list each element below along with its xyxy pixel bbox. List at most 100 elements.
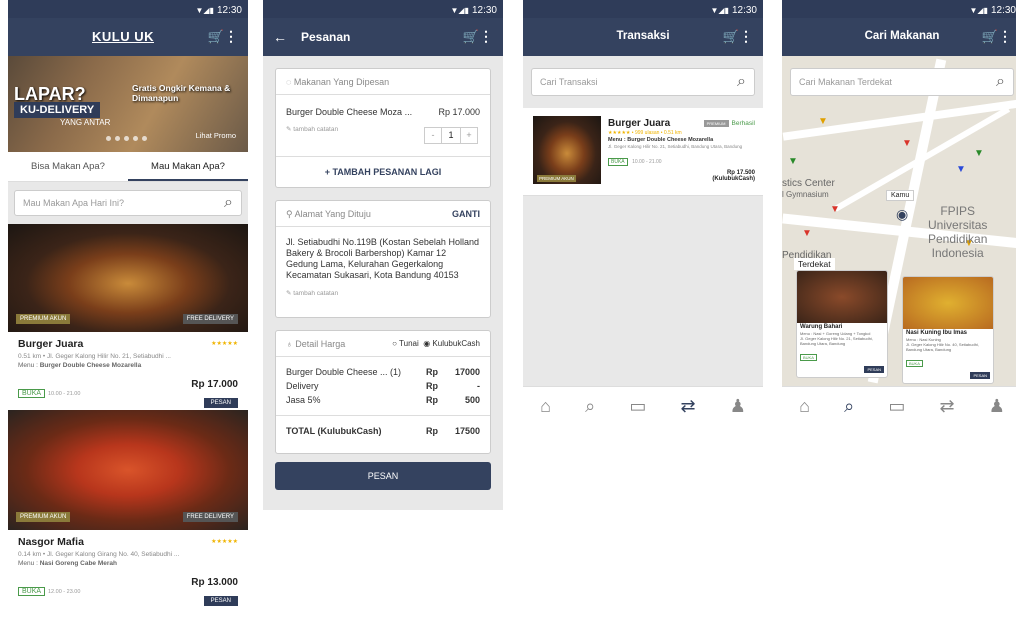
transaction-info: Burger Juara PREMIUM Berhasil ★★★★★ • 999… <box>608 118 755 182</box>
add-note-label: tambah catatan <box>293 290 339 297</box>
banner-sub: YANG ANTAR <box>60 118 111 127</box>
radio-kulubukcash[interactable]: ◉ KulubukCash <box>423 339 480 348</box>
restaurant-name: Nasgor Mafia <box>18 536 84 548</box>
map-label-line: FPIPS <box>940 204 976 218</box>
search-input[interactable]: Cari Transaksi ⌕ <box>531 68 755 96</box>
app-bar: ← Pesanan 🛒 ⋮ <box>263 18 503 56</box>
current-location-label: Kamu <box>886 190 915 201</box>
payment-options: ○ Tunai ◉ KulubukCash <box>392 339 480 348</box>
add-note-label: tambah catatan <box>293 126 339 133</box>
status-time: 12:30 <box>731 4 757 16</box>
rating-stars: ★★★★★ <box>211 539 238 545</box>
badge-tag: PREMIUM <box>703 120 729 127</box>
search-icon[interactable]: ⌕ <box>737 73 746 91</box>
order-screen: ▼◢▮ 12:30 ← Pesanan 🛒 ⋮ ◌ Makanan Yang Di… <box>263 0 503 510</box>
food-image[interactable]: PREMIUM AKUN FREE DELIVERY <box>8 224 248 332</box>
restaurant-item[interactable]: Nasgor Mafia ★★★★★ 0.14 km • Jl. Geger K… <box>8 530 248 608</box>
home-icon[interactable]: ⌂ <box>540 396 551 417</box>
restaurant-address: 0.14 km • Jl. Geger Kalong Girang No. 40… <box>18 551 180 558</box>
total-value: 17500 <box>454 426 480 436</box>
menu-value: Nasi Goreng Cabe Merah <box>39 560 117 567</box>
restaurant-address: Jl. Geger Kalong Hilir No. 21, Setiabudh… <box>800 336 873 346</box>
free-delivery-tag: FREE DELIVERY <box>182 314 238 324</box>
search-icon[interactable]: ⌕ <box>585 396 595 417</box>
status-bar: ▼◢▮ 12:30 <box>782 0 1016 18</box>
more-icon[interactable]: ⋮ <box>479 28 493 45</box>
add-note-link[interactable]: ✎ tambah catatan <box>276 281 490 297</box>
place-order-button[interactable]: PESAN <box>275 462 491 490</box>
opening-hours: 10.00 - 21.00 <box>48 391 81 397</box>
quantity-value: 1 <box>441 128 461 143</box>
map-pin-icon[interactable]: ▼ <box>956 164 966 175</box>
search-icon[interactable]: ⌕ <box>224 194 233 212</box>
quantity-stepper[interactable]: -1 + <box>424 127 478 144</box>
food-tray-icon[interactable]: ▭ <box>888 396 905 417</box>
order-button[interactable]: PESAN <box>203 596 238 606</box>
more-icon[interactable]: ⋮ <box>998 28 1012 45</box>
restaurant-menu: Menu : Burger Double Cheese Mozarella <box>18 362 238 369</box>
price-row: Delivery Rp - <box>276 379 490 393</box>
more-icon[interactable]: ⋮ <box>739 28 753 45</box>
cart-icon[interactable]: 🛒 <box>723 29 739 45</box>
map-pin-icon[interactable]: ▼ <box>830 204 840 215</box>
signal-icon: ▼◢▮ <box>450 5 469 15</box>
map-pin-icon[interactable]: ▼ <box>974 148 984 159</box>
transfer-icon[interactable]: ⇄ <box>681 396 696 417</box>
minus-button[interactable]: - <box>425 128 441 143</box>
signal-icon: ▼◢▮ <box>195 5 214 15</box>
status-badge: BUKA <box>18 587 46 596</box>
transaction-screen: ▼◢▮ 12:30 Transaksi 🛒 ⋮ Cari Transaksi ⌕ P… <box>523 0 763 426</box>
price-row-currency: Rp <box>426 395 438 405</box>
price-row-currency: Rp <box>426 381 438 391</box>
status-badge: PREMIUM Berhasil <box>703 120 755 127</box>
order-button[interactable]: PESAN <box>970 372 990 379</box>
search-icon[interactable]: ⌕ <box>996 73 1005 91</box>
profile-icon[interactable]: ♟ <box>989 396 1005 417</box>
order-button[interactable]: PESAN <box>864 366 884 373</box>
price-row-value: 500 <box>464 395 480 405</box>
promo-link[interactable]: Lihat Promo <box>196 131 236 140</box>
transfer-icon[interactable]: ⇄ <box>940 396 955 417</box>
search-placeholder: Cari Transaksi <box>540 77 598 87</box>
search-area: Mau Makan Apa Hari Ini? ⌕ <box>8 182 248 224</box>
search-icon[interactable]: ⌕ <box>844 396 854 417</box>
tab-bisa-makan[interactable]: Bisa Makan Apa? <box>8 152 128 181</box>
cart-icon[interactable]: 🛒 <box>982 29 998 45</box>
order-button[interactable]: PESAN <box>203 398 238 408</box>
restaurant-name: Nasi Kuning Ibu Imas <box>906 330 968 336</box>
app-bar: KULU UK 🛒 ⋮ <box>8 18 248 56</box>
food-tray-icon[interactable]: ▭ <box>629 396 646 417</box>
restaurant-item[interactable]: Burger Juara ★★★★★ 0.51 km • Jl. Geger K… <box>8 332 248 410</box>
radio-tunai[interactable]: ○ Tunai <box>392 339 419 348</box>
map-pin-icon[interactable]: ▼ <box>788 156 798 167</box>
home-icon[interactable]: ⌂ <box>799 396 810 417</box>
order-line: Burger Double Cheese Moza ... Rp 17.000 <box>276 95 490 117</box>
food-image[interactable]: PREMIUM AKUN FREE DELIVERY <box>8 410 248 530</box>
plus-button[interactable]: + <box>461 128 477 143</box>
search-input[interactable]: Cari Makanan Terdekat ⌕ <box>790 68 1014 96</box>
map-label-line: Pendidikan <box>928 232 988 246</box>
profile-icon[interactable]: ♟ <box>730 396 746 417</box>
card-header-label: Makanan Yang Dipesan <box>293 77 390 87</box>
transaction-card[interactable]: PREMIUM AKUN Burger Juara PREMIUM Berhasi… <box>523 108 763 196</box>
map-pin-icon[interactable]: ▼ <box>818 116 828 127</box>
carousel-dots[interactable] <box>106 136 147 141</box>
cart-icon[interactable]: 🛒 <box>208 29 224 45</box>
add-more-button[interactable]: + TAMBAH PESANAN LAGI <box>276 156 490 187</box>
more-icon[interactable]: ⋮ <box>224 28 238 45</box>
map-pin-icon[interactable]: ▼ <box>902 138 912 149</box>
back-arrow-icon[interactable]: ← <box>273 29 287 45</box>
total-row: TOTAL (KulubukCash) Rp 17500 <box>276 415 490 438</box>
search-input[interactable]: Mau Makan Apa Hari Ini? ⌕ <box>14 190 242 216</box>
cart-icon[interactable]: 🛒 <box>463 29 479 45</box>
promo-banner[interactable]: LAPAR? KU-DELIVERY YANG ANTAR Gratis Ong… <box>8 56 248 152</box>
nearby-restaurant-card[interactable]: Nasi Kuning Ibu Imas Menu : Nasi Kuning … <box>902 276 994 384</box>
map-pin-icon[interactable]: ▼ <box>802 228 812 239</box>
app-logo: KULU UK <box>92 29 154 44</box>
nearby-restaurant-card[interactable]: Warung Bahari Menu : Nasi + Goreng Udang… <box>796 270 888 378</box>
change-address-button[interactable]: GANTI <box>452 209 480 219</box>
tab-mau-makan[interactable]: Mau Makan Apa? <box>128 152 248 181</box>
total-label: TOTAL (KulubukCash) <box>286 426 382 436</box>
menu-label: Menu : <box>18 362 38 369</box>
restaurant-menu: Menu : Nasi Goreng Cabe Merah <box>18 560 238 567</box>
